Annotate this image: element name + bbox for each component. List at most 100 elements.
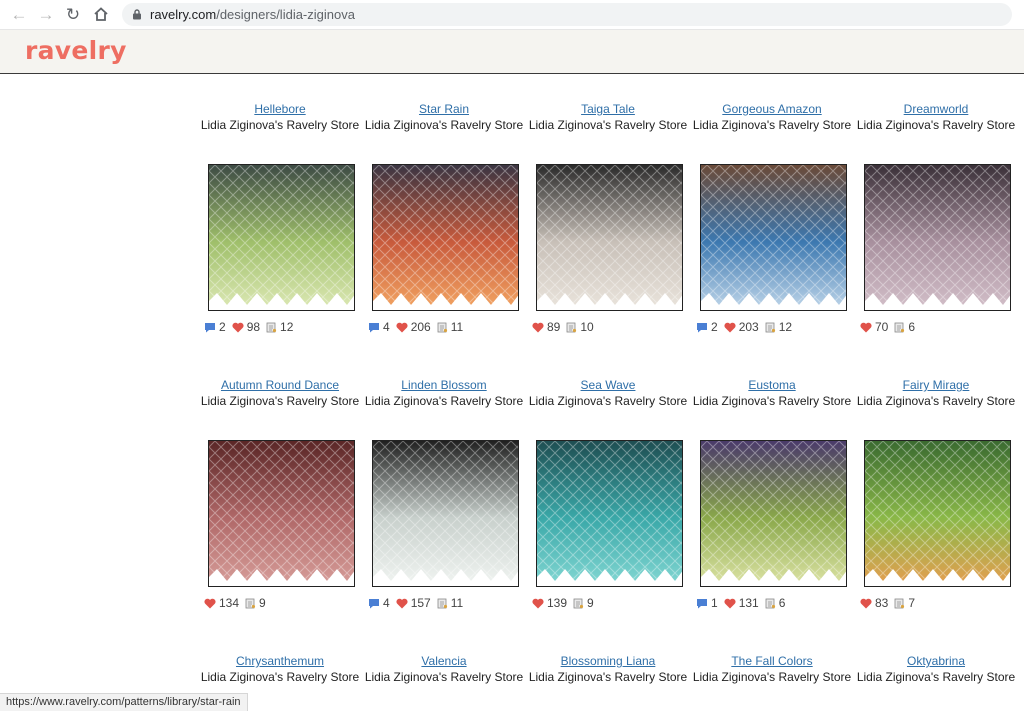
pattern-title-link[interactable]: Taiga Tale	[526, 101, 690, 117]
pattern-card: Valencia Lidia Ziginova's Ravelry Store	[362, 653, 526, 685]
favorites-stat[interactable]: 83	[860, 596, 888, 610]
store-name: Lidia Ziginova's Ravelry Store	[528, 670, 688, 684]
store-name: Lidia Ziginova's Ravelry Store	[856, 118, 1016, 132]
pattern-title-link[interactable]: Hellebore	[198, 101, 362, 117]
pattern-photo[interactable]	[208, 440, 355, 587]
favorites-stat[interactable]: 134	[204, 596, 239, 610]
projects-icon	[894, 320, 908, 334]
pattern-title-link[interactable]: Dreamworld	[854, 101, 1018, 117]
store-name: Lidia Ziginova's Ravelry Store	[692, 670, 852, 684]
projects-icon	[437, 320, 451, 334]
ravelry-logo[interactable]: ravelry	[25, 36, 127, 65]
heart-icon	[860, 596, 875, 610]
projects-icon	[894, 596, 908, 610]
pattern-title-link[interactable]: Sea Wave	[526, 377, 690, 393]
comment-icon	[204, 320, 219, 334]
projects-icon	[765, 320, 779, 334]
status-bar-url: https://www.ravelry.com/patterns/library…	[0, 693, 248, 711]
home-icon[interactable]	[90, 4, 112, 26]
pattern-photo[interactable]	[536, 164, 683, 311]
pattern-photo[interactable]	[208, 164, 355, 311]
projects-stat[interactable]: 9	[573, 596, 594, 610]
projects-stat[interactable]: 12	[765, 320, 792, 334]
projects-stat[interactable]: 9	[245, 596, 266, 610]
projects-icon	[566, 320, 580, 334]
pattern-title-link[interactable]: Autumn Round Dance	[198, 377, 362, 393]
pattern-title-link[interactable]: Blossoming Liana	[526, 653, 690, 669]
pattern-stats: 70 6	[860, 319, 921, 335]
pattern-photo[interactable]	[372, 440, 519, 587]
pattern-photo[interactable]	[536, 440, 683, 587]
heart-icon	[724, 320, 739, 334]
projects-stat[interactable]: 6	[765, 596, 785, 610]
comments-stat[interactable]: 4	[368, 320, 390, 334]
address-bar[interactable]: ravelry.com/designers/lidia-ziginova	[122, 3, 1012, 26]
back-arrow-icon[interactable]: ←	[8, 4, 30, 26]
comment-icon	[368, 596, 383, 610]
projects-stat[interactable]: 6	[894, 320, 915, 334]
pattern-photo[interactable]	[700, 440, 847, 587]
pattern-title-link[interactable]: Oktyabrina	[854, 653, 1018, 669]
favorites-stat[interactable]: 131	[724, 596, 759, 610]
favorites-stat[interactable]: 203	[724, 320, 759, 334]
pattern-photo[interactable]	[372, 164, 519, 311]
projects-stat[interactable]: 11	[437, 320, 463, 334]
pattern-card: The Fall Colors Lidia Ziginova's Ravelry …	[690, 653, 854, 685]
projects-stat[interactable]: 12	[266, 320, 293, 334]
pattern-stats: 134 9	[204, 595, 272, 611]
projects-stat[interactable]: 11	[437, 596, 463, 610]
pattern-card: Hellebore Lidia Ziginova's Ravelry Store 2…	[198, 101, 362, 334]
store-name: Lidia Ziginova's Ravelry Store	[856, 394, 1016, 408]
pattern-title-link[interactable]: Linden Blossom	[362, 377, 526, 393]
favorites-stat[interactable]: 139	[532, 596, 567, 610]
comment-icon	[696, 596, 711, 610]
comment-icon	[696, 320, 711, 334]
pattern-title-link[interactable]: Chrysanthemum	[198, 653, 362, 669]
favorites-stat[interactable]: 70	[860, 320, 888, 334]
pattern-photo[interactable]	[700, 164, 847, 311]
store-name: Lidia Ziginova's Ravelry Store	[856, 670, 1016, 684]
comments-stat[interactable]: 4	[368, 596, 390, 610]
heart-icon	[532, 320, 547, 334]
store-name: Lidia Ziginova's Ravelry Store	[692, 118, 852, 132]
projects-icon	[245, 596, 259, 610]
projects-icon	[437, 596, 451, 610]
pattern-title-link[interactable]: The Fall Colors	[690, 653, 854, 669]
favorites-stat[interactable]: 206	[396, 320, 431, 334]
projects-icon	[765, 596, 779, 610]
projects-stat[interactable]: 7	[894, 596, 915, 610]
store-name: Lidia Ziginova's Ravelry Store	[364, 118, 524, 132]
store-name: Lidia Ziginova's Ravelry Store	[692, 394, 852, 408]
favorites-stat[interactable]: 89	[532, 320, 560, 334]
comments-stat[interactable]: 2	[696, 320, 718, 334]
store-name: Lidia Ziginova's Ravelry Store	[364, 394, 524, 408]
pattern-photo[interactable]	[864, 164, 1011, 311]
lock-icon	[133, 9, 141, 20]
heart-icon	[860, 320, 875, 334]
store-name: Lidia Ziginova's Ravelry Store	[200, 394, 360, 408]
pattern-title-link[interactable]: Gorgeous Amazon	[690, 101, 854, 117]
pattern-card: Fairy Mirage Lidia Ziginova's Ravelry Sto…	[854, 377, 1018, 610]
forward-arrow-icon[interactable]: →	[35, 4, 57, 26]
store-name: Lidia Ziginova's Ravelry Store	[528, 394, 688, 408]
pattern-card: Star Rain Lidia Ziginova's Ravelry Store 4…	[362, 101, 526, 334]
comments-stat[interactable]: 1	[696, 596, 718, 610]
pattern-card: Taiga Tale Lidia Ziginova's Ravelry Store…	[526, 101, 690, 334]
pattern-photo[interactable]	[864, 440, 1011, 587]
store-name: Lidia Ziginova's Ravelry Store	[528, 118, 688, 132]
pattern-title-link[interactable]: Eustoma	[690, 377, 854, 393]
pattern-card: Gorgeous Amazon Lidia Ziginova's Ravelry …	[690, 101, 854, 334]
reload-icon[interactable]: ↻	[62, 4, 84, 26]
store-name: Lidia Ziginova's Ravelry Store	[200, 118, 360, 132]
pattern-card: Autumn Round Dance Lidia Ziginova's Ravel…	[198, 377, 362, 610]
pattern-title-link[interactable]: Fairy Mirage	[854, 377, 1018, 393]
favorites-stat[interactable]: 98	[232, 320, 260, 334]
pattern-stats: 139 9	[532, 595, 600, 611]
pattern-title-link[interactable]: Star Rain	[362, 101, 526, 117]
projects-icon	[266, 320, 280, 334]
favorites-stat[interactable]: 157	[396, 596, 431, 610]
comments-stat[interactable]: 2	[204, 320, 226, 334]
pattern-title-link[interactable]: Valencia	[362, 653, 526, 669]
projects-stat[interactable]: 10	[566, 320, 594, 334]
url-text: ravelry.com/designers/lidia-ziginova	[150, 7, 355, 22]
